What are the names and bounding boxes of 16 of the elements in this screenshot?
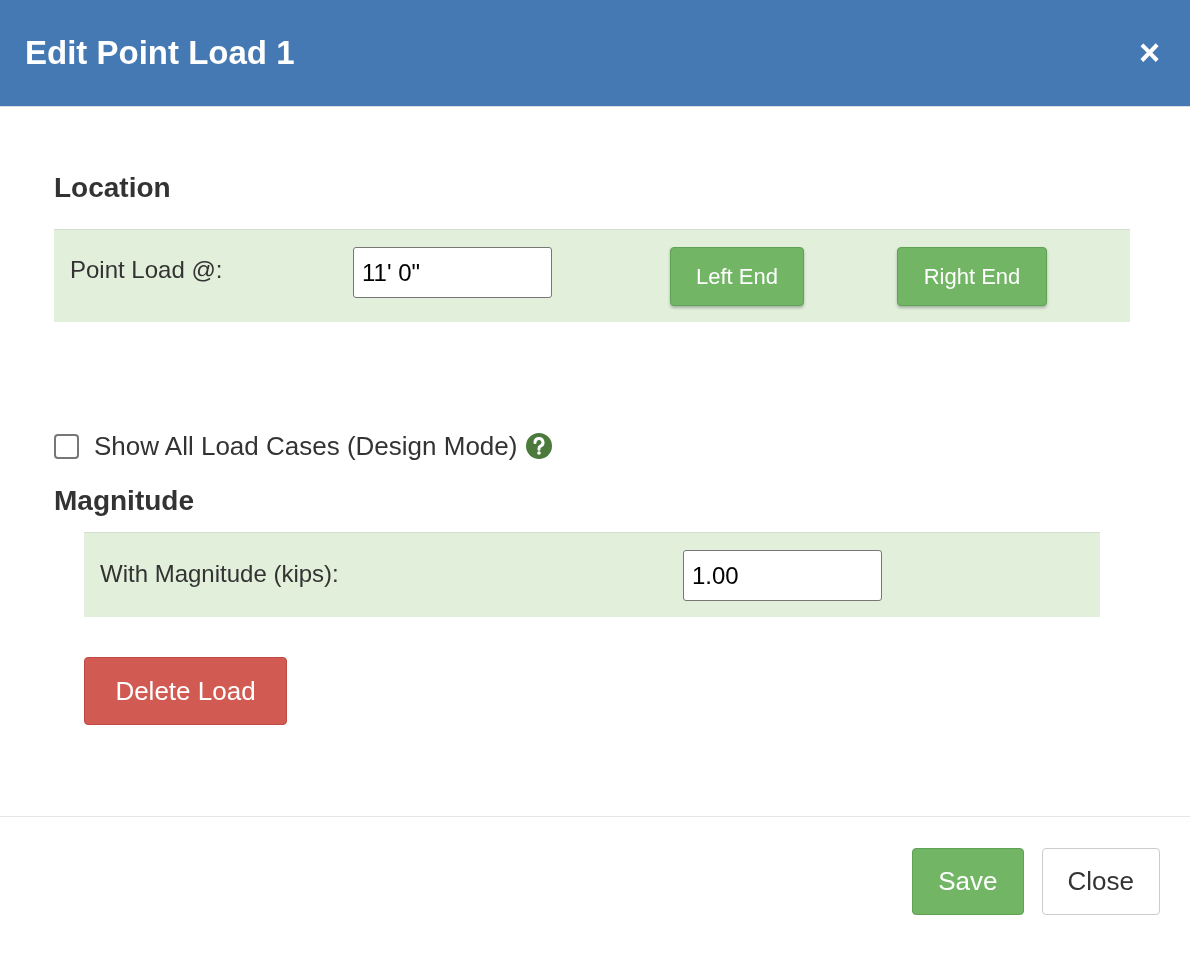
help-icon[interactable] xyxy=(525,432,554,460)
field-label: Point Load @: xyxy=(70,255,224,285)
location-input[interactable]: 11' 0" xyxy=(353,247,552,298)
right-end-button[interactable]: Right End xyxy=(897,247,1047,306)
delete-load-button[interactable]: Delete Load xyxy=(84,657,287,725)
field-label: With Magnitude (kips): xyxy=(100,559,340,589)
left-end-button[interactable]: Left End xyxy=(670,247,804,306)
section-heading: Location xyxy=(54,171,172,205)
close-button[interactable]: × xyxy=(1138,35,1160,71)
section-heading: Magnitude xyxy=(54,484,195,518)
checkbox[interactable] xyxy=(54,433,79,459)
save-button[interactable]: Save xyxy=(912,848,1024,915)
dialog-title: Edit Point Load 1 xyxy=(25,33,295,74)
close-dialog-button[interactable]: Close xyxy=(1041,848,1160,915)
magnitude-input[interactable]: 1.00 xyxy=(683,550,882,601)
checkbox-label: Show All Load Cases (Design Mode) xyxy=(94,429,518,463)
